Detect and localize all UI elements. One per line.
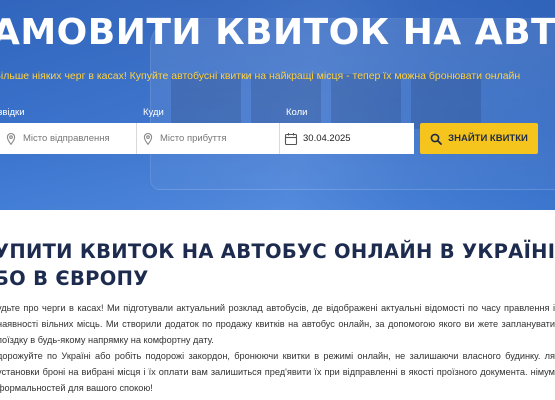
location-pin-icon: [6, 132, 16, 145]
booking-paragraph: дорожуйте по Україні або робіть подорожі…: [0, 351, 555, 393]
to-label: Куди: [143, 107, 164, 118]
bus-window: [171, 74, 241, 129]
calendar-icon: [284, 132, 298, 145]
to-city-input[interactable]: [160, 133, 279, 144]
search-icon: [430, 133, 443, 145]
hero-title: АМОВИТИ КВИТОК НА АВТОБУС: [0, 12, 555, 53]
content-heading-line1: УПИТИ КВИТОК НА АВТОБУС ОНЛАЙН В УКРАЇНІ: [0, 240, 555, 263]
hero-banner: АМОВИТИ КВИТОК НА АВТОБУС Більше ніяких …: [0, 0, 555, 210]
date-label: Коли: [286, 107, 308, 118]
intro-paragraph: удьте про черги в касах! Ми підготували …: [0, 303, 555, 345]
location-pin-icon: [143, 132, 153, 145]
content-heading: УПИТИ КВИТОК НА АВТОБУС ОНЛАЙН В УКРАЇНІ…: [0, 238, 555, 292]
from-label: звідки: [0, 107, 25, 118]
to-field[interactable]: [137, 123, 280, 154]
bus-window: [331, 74, 401, 129]
bus-window: [411, 74, 481, 129]
hero-subtitle: Більше ніяких черг в касах! Купуйте авто…: [0, 70, 521, 82]
find-tickets-button[interactable]: ЗНАЙТИ КВИТКИ: [420, 123, 538, 154]
date-field[interactable]: [280, 123, 414, 154]
from-city-input[interactable]: [23, 133, 136, 144]
content-heading-line2: БО В ЄВРОПУ: [0, 267, 149, 290]
find-tickets-label: ЗНАЙТИ КВИТКИ: [448, 133, 528, 144]
date-input[interactable]: [303, 133, 414, 144]
ticket-search-form: ЗНАЙТИ КВИТКИ: [0, 123, 555, 154]
from-field[interactable]: [0, 123, 137, 154]
bus-window: [251, 74, 321, 129]
